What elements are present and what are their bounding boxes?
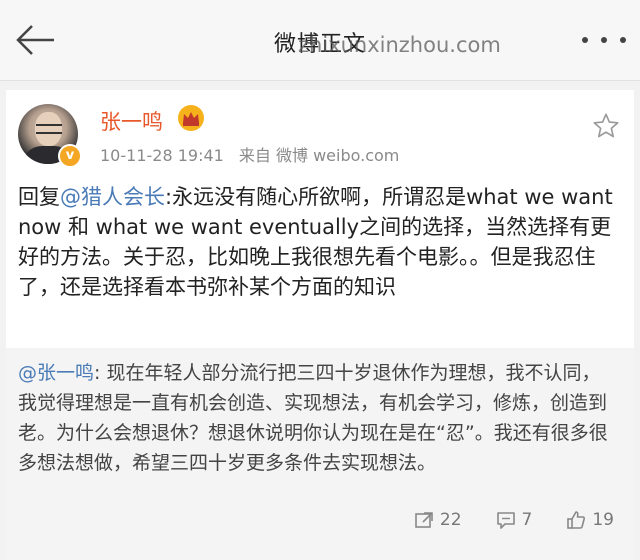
post-timestamp: 10-11-28 19:41 (100, 146, 224, 165)
like-count: 19 (592, 510, 614, 530)
verified-badge-icon: v (58, 144, 82, 168)
comment-count: 7 (521, 510, 533, 530)
star-icon[interactable] (592, 112, 620, 140)
crown-badge-icon (178, 105, 204, 131)
dot (620, 37, 626, 43)
post-source: 来自 微博 weibo.com (238, 146, 400, 165)
post-meta: 10-11-28 19:41 来自 微博 weibo.com (100, 142, 409, 166)
action-bar: 22 7 19 (414, 508, 614, 532)
top-navigation-bar: 微博正文 zhixunxinzhou.com (0, 0, 640, 81)
repost-count: 22 (439, 510, 462, 530)
watermark-text: zhixunxinzhou.com (298, 33, 501, 57)
reply-prefix: 回复 (18, 185, 60, 209)
quoted-text: : 现在年轻人部分流行把三四十岁退休作为理想，我不认同，我觉得理想是一直有机会创… (18, 362, 608, 474)
comment-button[interactable]: 7 (496, 510, 533, 530)
post-username[interactable]: 张一鸣 (100, 106, 163, 136)
post-card: v 张一鸣 10-11-28 19:41 来自 微博 weibo.com 回复@… (6, 90, 634, 560)
dot (582, 37, 588, 43)
quoted-body: @张一鸣: 现在年轻人部分流行把三四十岁退休作为理想，我不认同，我觉得理想是一直… (18, 358, 616, 478)
quoted-post[interactable]: @张一鸣: 现在年轻人部分流行把三四十岁退休作为理想，我不认同，我觉得理想是一直… (6, 348, 634, 560)
quoted-mention-link[interactable]: @张一鸣 (18, 362, 94, 384)
reply-mention-link[interactable]: @猎人会长 (60, 185, 165, 209)
thumbs-up-icon (566, 510, 586, 530)
repost-icon (414, 510, 434, 530)
post-body: 回复@猎人会长:永远没有随心所欲啊，所谓忍是what we want now 和… (18, 182, 618, 302)
more-dots-icon[interactable] (582, 30, 626, 50)
avatar-glasses (36, 124, 62, 134)
comment-icon (496, 510, 516, 530)
repost-button[interactable]: 22 (414, 510, 462, 530)
like-button[interactable]: 19 (566, 510, 614, 530)
dot (601, 37, 607, 43)
